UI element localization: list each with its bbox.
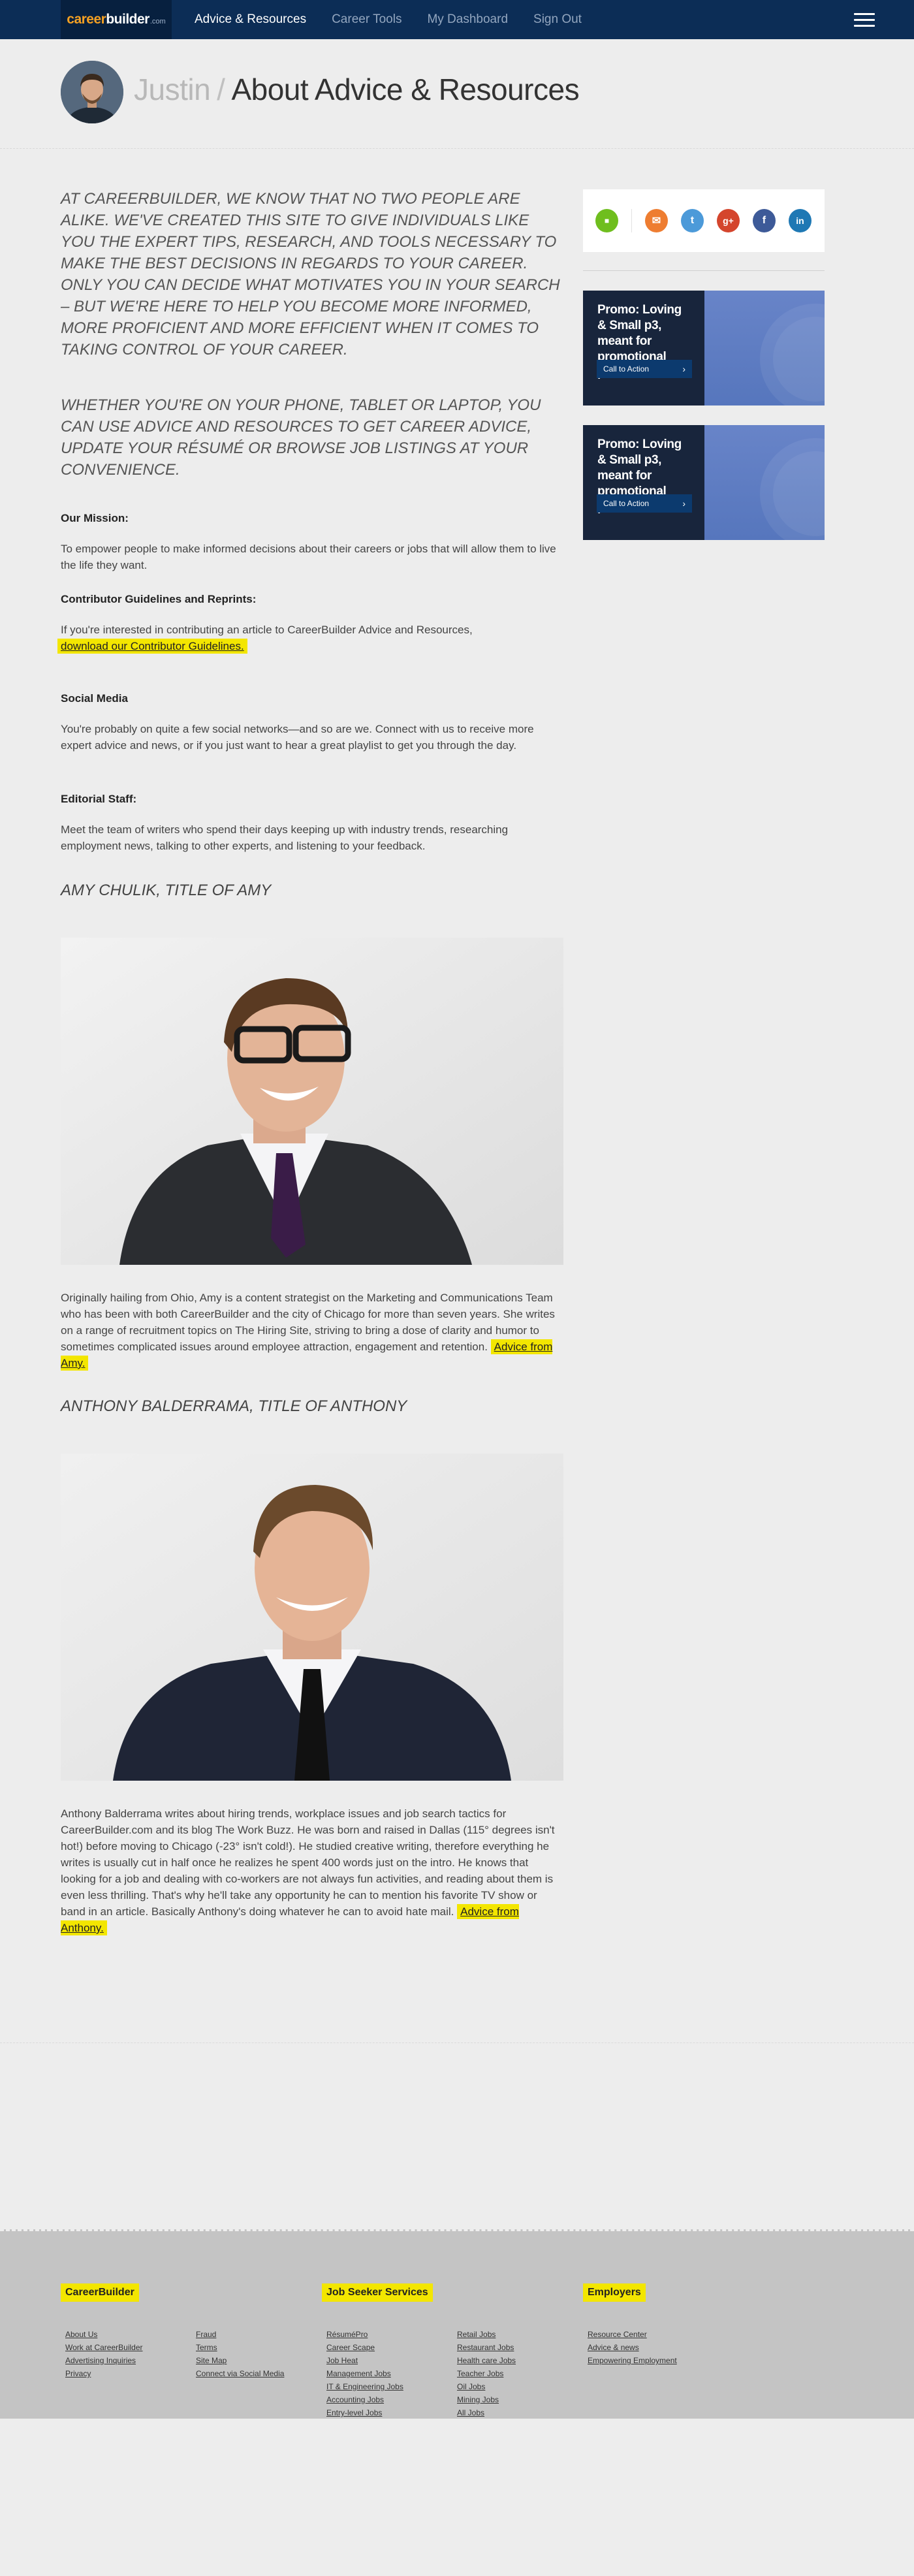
footer-link[interactable]: Advice & news: [588, 2341, 677, 2354]
footer-link[interactable]: Privacy: [65, 2367, 143, 2380]
footer-link[interactable]: Job Heat: [326, 2354, 403, 2367]
staff-bio-amy-text: Originally hailing from Ohio, Amy is a c…: [61, 1292, 555, 1353]
footer-link[interactable]: IT & Engineering Jobs: [326, 2380, 403, 2393]
social-media-text: You're probably on quite a few social ne…: [61, 723, 534, 752]
promo-image-2: [704, 425, 825, 540]
footer-link[interactable]: Mining Jobs: [457, 2393, 516, 2406]
footer-links-careerbuilder-a: About Us Work at CareerBuilder Advertisi…: [65, 2328, 143, 2380]
nav-link-career-tools[interactable]: Career Tools: [332, 12, 402, 27]
footer-link[interactable]: Entry-level Jobs: [326, 2406, 403, 2419]
email-icon[interactable]: ✉: [644, 209, 668, 232]
careerbuilder-logo[interactable]: career builder .com: [61, 0, 172, 39]
chevron-right-icon: ›: [682, 364, 685, 374]
footer-link[interactable]: Empowering Employment: [588, 2354, 677, 2367]
mission-text: To empower people to make informed decis…: [61, 543, 556, 571]
avatar[interactable]: [61, 61, 123, 123]
logo-text-builder: builder: [106, 12, 150, 27]
editorial-staff-heading: Editorial Staff:: [61, 793, 137, 805]
footer-link[interactable]: Oil Jobs: [457, 2380, 516, 2393]
footer-link[interactable]: Terms: [196, 2341, 284, 2354]
contributor-paragraph: If you're interested in contributing an …: [57, 622, 563, 654]
save-icon[interactable]: ■: [595, 209, 618, 232]
promo-card-2[interactable]: Promo: Loving & Small p3, meant for prom…: [583, 425, 825, 540]
user-first-name: Justin: [134, 72, 211, 106]
footer-link[interactable]: Resource Center: [588, 2328, 677, 2341]
staff-name-anthony: Anthony Balderrama, Title of Anthony: [61, 1397, 407, 1415]
staff-bio-anthony-text: Anthony Balderrama writes about hiring t…: [61, 1807, 555, 1918]
intro-paragraph-1: At CareerBuilder, we know that no two pe…: [61, 190, 560, 358]
nav-link-my-dashboard[interactable]: My Dashboard: [427, 12, 508, 27]
promo-panel-2: Promo: Loving & Small p3, meant for prom…: [583, 425, 704, 540]
social-media-heading: Social Media: [61, 692, 128, 705]
logo-text-dotcom: .com: [150, 18, 166, 25]
footer-link[interactable]: All Jobs: [457, 2406, 516, 2419]
footer-link[interactable]: Work at CareerBuilder: [65, 2341, 143, 2354]
footer-link[interactable]: Connect via Social Media: [196, 2367, 284, 2380]
logo-text-career: career: [67, 12, 106, 27]
share-bar: ■ ✉ t g+ f in: [583, 189, 825, 252]
footer-heading-job-seeker: Job Seeker Services: [322, 2283, 433, 2302]
contributor-guidelines-link[interactable]: download our Contributor Guidelines.: [57, 639, 247, 654]
promo-cta-label-2: Call to Action: [603, 499, 650, 508]
promo-panel-1: Promo: Loving & Small p3, meant for prom…: [583, 291, 704, 405]
footer-link[interactable]: Accounting Jobs: [326, 2393, 403, 2406]
promo-image-1: [704, 291, 825, 405]
footer-link[interactable]: Career Scape: [326, 2341, 403, 2354]
footer-link[interactable]: Health care Jobs: [457, 2354, 516, 2367]
sidebar: ■ ✉ t g+ f in Promo: Loving & Small p3, …: [583, 189, 825, 560]
contributor-heading: Contributor Guidelines and Reprints:: [61, 593, 257, 605]
footer-link[interactable]: Teacher Jobs: [457, 2367, 516, 2380]
footer-link[interactable]: RésuméPro: [326, 2328, 403, 2341]
footer-link[interactable]: Restaurant Jobs: [457, 2341, 516, 2354]
staff-bio-anthony: Anthony Balderrama writes about hiring t…: [61, 1805, 563, 1936]
staff-name-amy: Amy Chulik, Title of Amy: [61, 882, 272, 899]
intro-paragraph-2: Whether you're on your phone, tablet or …: [61, 396, 541, 479]
footer-links-employers: Resource Center Advice & news Empowering…: [588, 2328, 677, 2367]
nav-link-advice-resources[interactable]: Advice & Resources: [195, 12, 306, 27]
page-title: Justin / About Advice & Resources: [134, 72, 580, 107]
promo-cta-label-1: Call to Action: [603, 364, 650, 374]
footer-links-careerbuilder-b: Fraud Terms Site Map Connect via Social …: [196, 2328, 284, 2380]
sidebar-divider: [583, 270, 825, 271]
linkedin-icon[interactable]: in: [788, 209, 812, 232]
footer-link[interactable]: Retail Jobs: [457, 2328, 516, 2341]
promo-card-1[interactable]: Promo: Loving & Small p3, meant for prom…: [583, 291, 825, 405]
editorial-staff-text: Meet the team of writers who spend their…: [61, 823, 509, 852]
main-content: At CareerBuilder, we know that no two pe…: [57, 188, 563, 1936]
footer-links-job-seeker-b: Retail Jobs Restaurant Jobs Health care …: [457, 2328, 516, 2419]
footer-heading-employers: Employers: [583, 2283, 646, 2302]
page-header: Justin / About Advice & Resources: [0, 39, 914, 149]
chevron-right-icon: ›: [682, 498, 685, 509]
promo-cta-button-1[interactable]: Call to Action ›: [597, 360, 692, 378]
twitter-icon[interactable]: t: [680, 209, 704, 232]
footer-links-job-seeker-a: RésuméPro Career Scape Job Heat Manageme…: [326, 2328, 403, 2419]
share-divider: [631, 209, 632, 232]
promo-cta-button-2[interactable]: Call to Action ›: [597, 494, 692, 513]
staff-photo-anthony: [61, 1454, 563, 1781]
contributor-text: If you're interested in contributing an …: [61, 624, 473, 636]
google-plus-icon[interactable]: g+: [716, 209, 740, 232]
title-separator: /: [217, 72, 225, 106]
page-title-text: About Advice & Resources: [231, 72, 580, 106]
footer-link[interactable]: Site Map: [196, 2354, 284, 2367]
footer-link[interactable]: Fraud: [196, 2328, 284, 2341]
footer-link[interactable]: About Us: [65, 2328, 143, 2341]
footer-link[interactable]: Advertising Inquiries: [65, 2354, 143, 2367]
staff-photo-amy: [61, 938, 563, 1265]
facebook-icon[interactable]: f: [752, 209, 776, 232]
footer-heading-careerbuilder: CareerBuilder: [61, 2283, 139, 2302]
hamburger-menu-icon[interactable]: [854, 13, 875, 27]
footer-link[interactable]: Management Jobs: [326, 2367, 403, 2380]
staff-bio-amy: Originally hailing from Ohio, Amy is a c…: [61, 1290, 563, 1371]
mission-heading: Our Mission:: [61, 512, 129, 524]
footer: CareerBuilder About Us Work at CareerBui…: [0, 2229, 914, 2419]
top-navigation: career builder .com Advice & Resources Car…: [0, 0, 914, 39]
nav-link-sign-out[interactable]: Sign Out: [533, 12, 582, 27]
nav-links: Advice & Resources Career Tools My Dashb…: [195, 0, 607, 39]
